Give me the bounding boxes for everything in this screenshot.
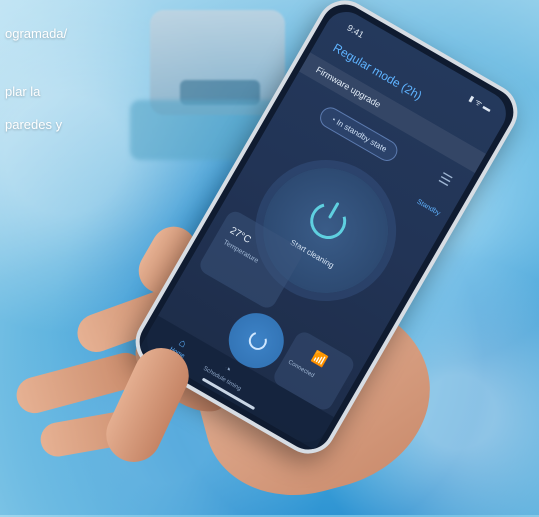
overlay-text-line-3: paredes y xyxy=(5,117,63,132)
standby-status-text: In standby state xyxy=(334,117,389,154)
power-icon xyxy=(303,196,353,246)
overlay-text-line-1: ogramada/ xyxy=(5,26,68,41)
temperature-label: Temperature xyxy=(221,239,260,265)
overlay-text-line-2: plar la xyxy=(5,84,41,99)
status-icons: ▮ ᯤ ▬ xyxy=(467,93,493,114)
power-small-icon xyxy=(245,328,271,354)
menu-icon[interactable]: ☰ xyxy=(436,169,455,190)
wifi-icon: 📶 xyxy=(309,349,330,369)
standby-link[interactable]: Standby xyxy=(415,198,441,217)
status-time: 9:41 xyxy=(345,22,366,40)
